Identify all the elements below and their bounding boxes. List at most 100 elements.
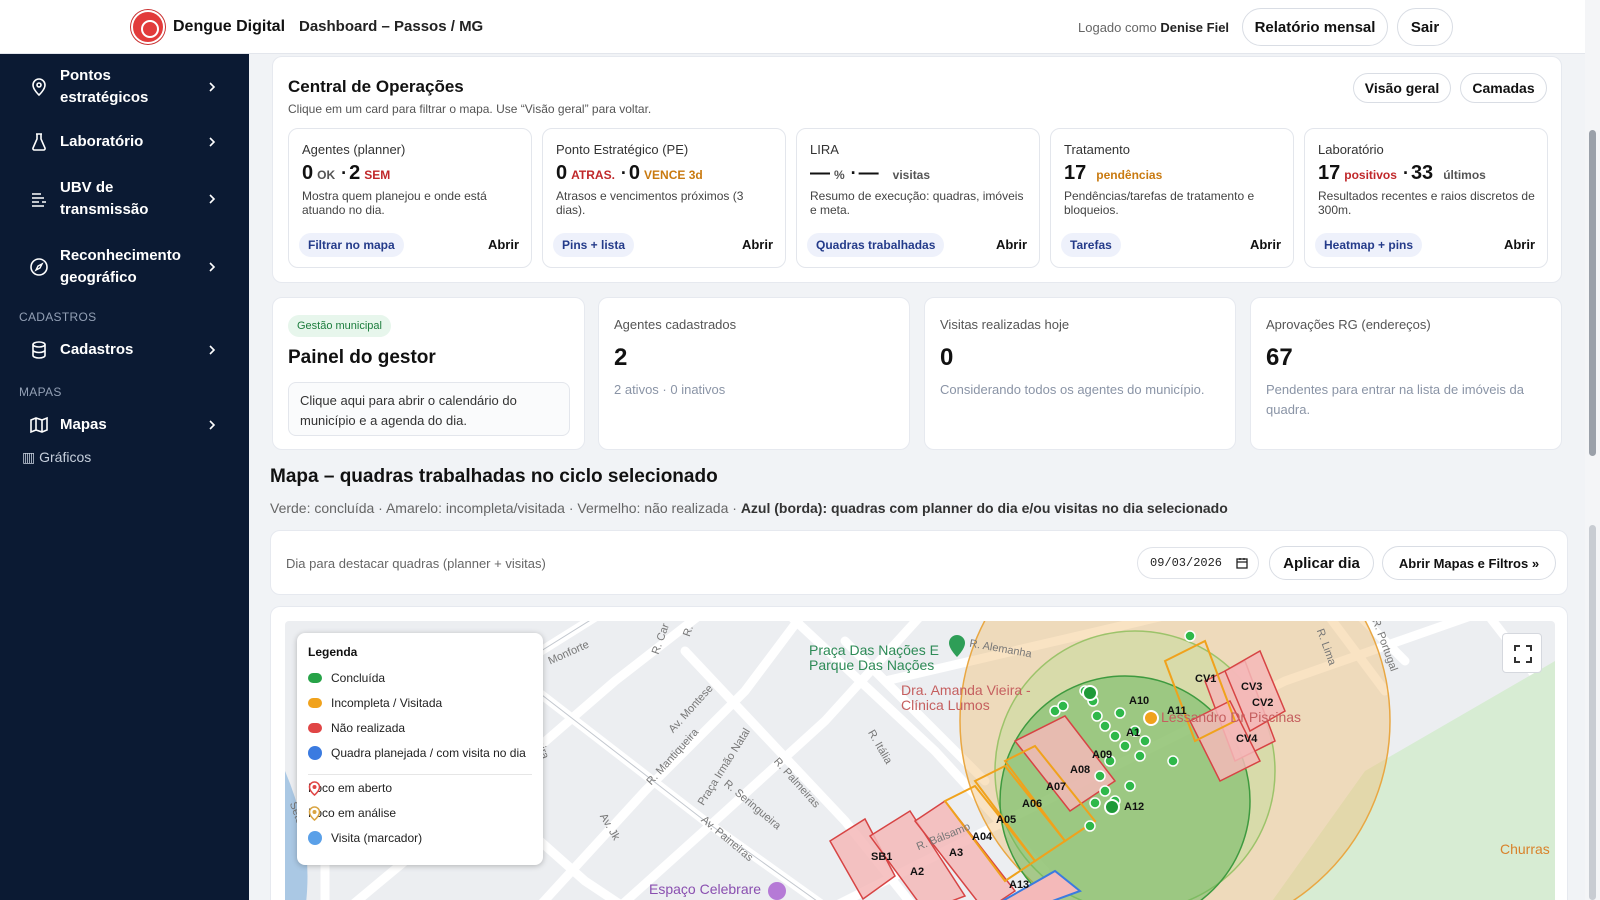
chevron-right-icon — [209, 194, 216, 204]
stat-label: Agentes cadastrados — [614, 317, 737, 332]
fullscreen-button[interactable] — [1502, 633, 1542, 673]
card-metric: 17 positivos · 33 últimos — [1318, 162, 1486, 184]
map-legend: Legenda Concluída Incompleta / Visitada … — [297, 633, 543, 865]
metric-tag: pendências — [1096, 168, 1163, 182]
overview-button[interactable]: Visão geral — [1353, 73, 1451, 103]
card-title: Agentes (planner) — [302, 142, 406, 157]
card-lira[interactable]: LIRA —% · — visitas Resumo de execução: qua… — [796, 128, 1040, 268]
card-laboratory[interactable]: Laboratório 17 positivos · 33 últimos Result… — [1304, 128, 1548, 268]
tasks-tag[interactable]: Tarefas — [1061, 233, 1121, 257]
legend-divider — [308, 774, 532, 775]
apply-day-button[interactable]: Aplicar dia — [1269, 546, 1374, 580]
block-label: A2 — [910, 866, 925, 878]
stat-note: Considerando todos os agentes do municíp… — [940, 382, 1205, 397]
block-label: A1 — [1126, 727, 1141, 739]
metric-tag: OK — [317, 168, 336, 182]
red-swatch — [308, 723, 322, 733]
sidebar-section-registrations: CADASTROS — [19, 310, 97, 324]
card-description: Pendências/tarefas de tratamento e bloqu… — [1064, 189, 1255, 217]
block-label: CV1 — [1195, 673, 1217, 685]
pins-list-tag[interactable]: Pins + lista — [553, 233, 635, 257]
worked-blocks-tag[interactable]: Quadras trabalhadas — [807, 233, 945, 257]
sidebar-item-charts[interactable]: ▥ Gráficos — [22, 449, 91, 466]
card-treatment[interactable]: Tratamento 17 pendências Pendências/taref… — [1050, 128, 1294, 268]
open-link[interactable]: Abrir — [1250, 237, 1281, 252]
open-link[interactable]: Abrir — [996, 237, 1027, 252]
metric-value: 0 — [302, 162, 314, 184]
stat-label: Visitas realizadas hoje — [940, 317, 1070, 332]
card-agents-planner[interactable]: Agentes (planner) 0 OK · 2 SEM Mostra quem p… — [288, 128, 532, 268]
chevron-right-icon — [209, 137, 216, 147]
agents-stat-card: Agentes cadastrados 2 2 ativos · 0 inati… — [598, 297, 910, 450]
operations-subtitle: Clique em um card para filtrar o mapa. U… — [288, 102, 652, 116]
calendar-icon[interactable] — [1236, 557, 1248, 569]
heatmap-pins-tag[interactable]: Heatmap + pins — [1315, 233, 1423, 257]
scrollbar-thumb[interactable] — [1589, 130, 1596, 456]
manager-panel-card[interactable]: Gestão municipal Painel do gestor Clique… — [272, 297, 585, 450]
card-metric: 0 OK · 2 SEM — [302, 162, 391, 184]
sidebar-item-label: Laboratório — [60, 133, 144, 150]
chevron-right-icon — [209, 345, 216, 355]
database-icon — [32, 341, 46, 359]
map-title: Mapa – quadras trabalhadas no ciclo sele… — [270, 466, 718, 487]
open-maps-filters-button[interactable]: Abrir Mapas e Filtros » — [1382, 546, 1556, 580]
sidebar-item-label: Mapas — [60, 416, 107, 433]
block-label: A08 — [1070, 764, 1091, 776]
chevron-right-icon — [209, 82, 216, 92]
sidebar-item-label: Cadastros — [60, 341, 134, 358]
orange-swatch — [308, 698, 322, 708]
visit-marker-swatch — [308, 831, 322, 845]
map-canvas[interactable]: Monforte R. Car R. Av. Montese R. Mantiq… — [285, 621, 1555, 900]
sidebar-item-maps[interactable]: Mapas — [0, 411, 249, 439]
card-title: Ponto Estratégico (PE) — [556, 142, 689, 157]
metric-value: 0 — [556, 162, 568, 184]
logged-user: Logado como Denise Fiel — [1078, 20, 1229, 35]
page-title: Dashboard – Passos / MG — [299, 18, 484, 35]
legend-item-label: Quadra planejada / com visita no dia — [331, 746, 526, 760]
clinic-poi[interactable]: Dra. Amanda Vieira - Clínica Lumos — [901, 683, 1041, 713]
metric-tag: positivos — [1344, 168, 1397, 182]
monthly-report-button[interactable]: Relatório mensal — [1242, 8, 1388, 46]
open-link[interactable]: Abrir — [488, 237, 519, 252]
approvals-stat-card: Aprovações RG (endereços) 67 Pendentes p… — [1250, 297, 1562, 450]
date-input[interactable]: 09/03/2026 — [1137, 547, 1259, 579]
sidebar-item-geographic-recognition[interactable]: Reconhecimento geográfico — [0, 244, 249, 290]
visits-stat-card: Visitas realizadas hoje 0 Considerando t… — [924, 297, 1236, 450]
open-link[interactable]: Abrir — [1504, 237, 1535, 252]
card-strategic-point[interactable]: Ponto Estratégico (PE) 0 ATRAS. · 0 VENCE 3d… — [542, 128, 786, 268]
map-icon — [30, 416, 48, 434]
brand-name: Dengue Digital — [173, 18, 286, 35]
metric-value: 2 — [349, 162, 361, 184]
chevron-right-icon — [209, 262, 216, 272]
filter-map-tag[interactable]: Filtrar no mapa — [299, 233, 404, 257]
legend-item: Concluída — [308, 671, 385, 685]
event-venue-poi[interactable]: Espaço Celebrare — [649, 881, 761, 897]
metric-value: 0 — [628, 162, 641, 184]
sidebar-item-registrations[interactable]: Cadastros — [0, 336, 249, 364]
sidebar-item-ubv[interactable]: UBV de transmissão — [0, 176, 249, 222]
restaurant-poi[interactable]: Churras — [1500, 841, 1550, 857]
card-description: Resumo de execução: quadras, imóveis e m… — [810, 189, 1024, 217]
block-label: A13 — [1009, 879, 1030, 891]
legend-item: Não realizada — [308, 721, 405, 735]
legend-item: Quadra planejada / com visita no dia — [308, 746, 526, 760]
sidebar-item-laboratory[interactable]: Laboratório — [0, 128, 249, 156]
park-poi[interactable]: Praça Das Nações E Parque Das Nações — [809, 643, 944, 673]
sidebar-item-strategic-points[interactable]: Pontos estratégicos — [0, 64, 249, 110]
logged-prefix: Logado como — [1078, 20, 1157, 35]
page-scrollbar[interactable] — [1585, 0, 1600, 900]
block-label: CV4 — [1236, 733, 1258, 745]
legend-title: Legenda — [308, 645, 358, 659]
green-swatch — [308, 673, 322, 683]
logout-button[interactable]: Sair — [1397, 8, 1453, 46]
block-label: SB1 — [871, 851, 893, 863]
open-link[interactable]: Abrir — [742, 237, 773, 252]
card-metric: —% · — visitas — [810, 162, 931, 184]
layers-button[interactable]: Camadas — [1460, 73, 1547, 103]
card-title: Tratamento — [1064, 142, 1130, 157]
metric-tag: últimos — [1443, 168, 1486, 182]
calendar-link[interactable]: Clique aqui para abrir o calendário do m… — [288, 382, 570, 436]
block-label: A07 — [1046, 781, 1067, 793]
bar-chart-icon: ▥ — [22, 449, 40, 465]
user-name: Denise Fiel — [1160, 20, 1230, 35]
